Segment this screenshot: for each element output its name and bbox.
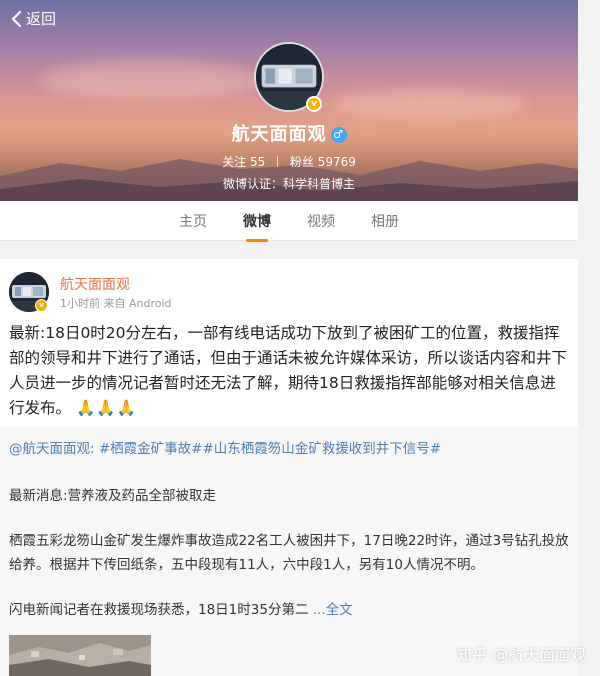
profile-name: 航天面面观	[231, 124, 327, 145]
tab-album[interactable]: 相册	[365, 211, 405, 231]
zhihu-watermark: 知乎 @航天面面观	[456, 646, 586, 664]
pray-emoji: 🙏🙏🙏	[75, 399, 137, 417]
back-label: 返回	[26, 10, 57, 28]
profile-tabs: 主页 微博 视频 相册	[0, 201, 578, 242]
follow-stat[interactable]: 关注 55	[222, 155, 265, 169]
profile-stats: 关注 55 粉丝 59769	[0, 153, 578, 170]
verified-badge-icon: v	[35, 299, 48, 312]
fans-count: 59769	[317, 155, 356, 169]
chevron-left-icon	[11, 10, 22, 27]
fans-label: 粉丝	[289, 155, 314, 169]
repost-header: @航天面面观: #栖霞金矿事故##山东栖霞笏山金矿救援收到井下信号#	[9, 437, 571, 461]
banner-mountains	[0, 159, 578, 201]
post-card: v 航天面面观 1小时前 来自 Android 最新:18日0时20分左右，一部…	[0, 259, 578, 676]
banner-cloud	[330, 90, 530, 120]
male-icon: ♂	[330, 127, 347, 143]
verification-text: 微博认证：科学科普博主	[222, 177, 355, 191]
banner-cloud	[40, 60, 260, 100]
author-name[interactable]: 航天面面观	[60, 274, 130, 294]
repost-line: 栖霞五彩龙笏山金矿发生爆炸事故造成22名工人被困井下，17日晚22时许，通过3号…	[9, 533, 569, 573]
fans-stat[interactable]: 粉丝 59769	[290, 155, 356, 169]
tab-weibo[interactable]: 微博	[237, 211, 277, 242]
repost-line-truncated: 闪电新闻记者在救援现场获悉，18日1时35分第二 ...全文	[9, 598, 571, 622]
divider	[277, 156, 279, 167]
post-text: 最新:18日0时20分左右，一部有线电话成功下放到了被困矿工的位置，救援指挥部的…	[9, 321, 571, 421]
follow-label: 关注	[222, 155, 247, 169]
repost-excerpt: 闪电新闻记者在救援现场获悉，18日1时35分第二	[9, 602, 309, 618]
tab-home[interactable]: 主页	[173, 211, 213, 231]
profile-name-row: 航天面面观 ♂	[0, 120, 578, 146]
repost-line: 最新消息:营养液及药品全部被取走	[9, 488, 217, 504]
mention-link[interactable]: @航天面面观:	[9, 441, 95, 457]
follow-count: 55	[249, 155, 266, 169]
post-meta: 1小时前 来自 Android	[60, 297, 172, 310]
back-button[interactable]: 返回	[10, 8, 56, 29]
verified-badge-icon: v	[306, 96, 322, 112]
thumbnail-image	[9, 635, 151, 676]
profile-banner: 返回 v 航天面面观 ♂ 关注 55 粉丝 59769 微博认证：科学科普博主	[0, 0, 578, 201]
topic-links[interactable]: #栖霞金矿事故##山东栖霞笏山金矿救援收到井下信号#	[99, 441, 441, 457]
tab-video[interactable]: 视频	[301, 211, 341, 231]
page-gutter	[578, 0, 600, 676]
read-more-link[interactable]: ...全文	[313, 602, 353, 618]
repost-image-thumbnail[interactable]	[9, 635, 151, 676]
